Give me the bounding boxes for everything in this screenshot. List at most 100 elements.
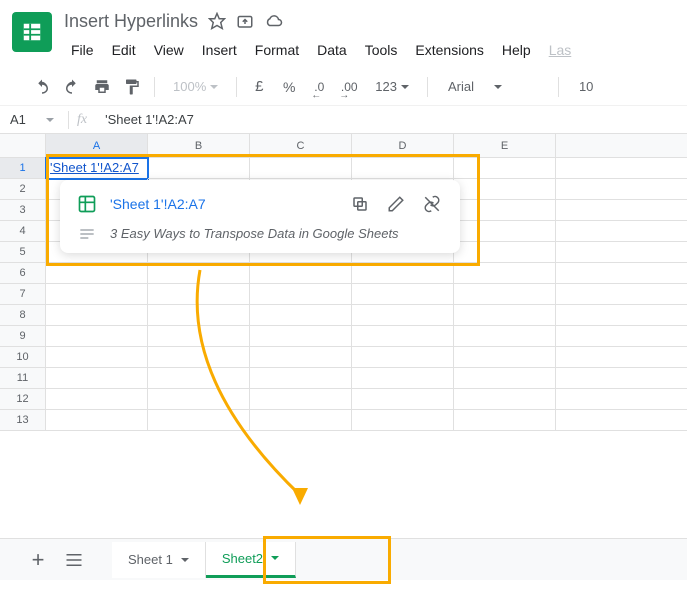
column-header[interactable]: E: [454, 134, 556, 158]
cell[interactable]: [352, 158, 454, 179]
number-format-select[interactable]: 123: [367, 79, 417, 94]
cell[interactable]: [454, 410, 556, 431]
cell[interactable]: [556, 347, 687, 368]
cell[interactable]: [454, 305, 556, 326]
cell[interactable]: [250, 263, 352, 284]
cell[interactable]: [352, 284, 454, 305]
cell[interactable]: [556, 410, 687, 431]
paint-format-icon[interactable]: [120, 75, 144, 99]
font-select[interactable]: Arial: [438, 79, 548, 94]
menu-last[interactable]: Las: [542, 38, 579, 62]
cell[interactable]: [454, 389, 556, 410]
menu-view[interactable]: View: [147, 38, 191, 62]
sheets-logo[interactable]: [12, 12, 52, 52]
cell[interactable]: [556, 284, 687, 305]
cell[interactable]: [352, 326, 454, 347]
cell[interactable]: [352, 410, 454, 431]
menu-file[interactable]: File: [64, 38, 101, 62]
row-header[interactable]: 13: [0, 410, 46, 431]
row-header[interactable]: 10: [0, 347, 46, 368]
cell[interactable]: [454, 158, 556, 179]
row-header[interactable]: 4: [0, 221, 46, 242]
menu-help[interactable]: Help: [495, 38, 538, 62]
row-header[interactable]: 11: [0, 368, 46, 389]
cell[interactable]: [454, 284, 556, 305]
row-header[interactable]: 9: [0, 326, 46, 347]
increase-decimal-button[interactable]: .00→: [337, 75, 361, 99]
cell[interactable]: [148, 326, 250, 347]
cell[interactable]: [556, 368, 687, 389]
print-icon[interactable]: [90, 75, 114, 99]
cell[interactable]: [454, 368, 556, 389]
cloud-icon[interactable]: [264, 12, 284, 30]
menu-insert[interactable]: Insert: [195, 38, 244, 62]
zoom-select[interactable]: 100%: [165, 79, 226, 94]
cell[interactable]: [250, 368, 352, 389]
formula-bar[interactable]: 'Sheet 1'!A2:A7: [105, 112, 194, 127]
cell[interactable]: [46, 347, 148, 368]
column-header[interactable]: C: [250, 134, 352, 158]
menu-edit[interactable]: Edit: [105, 38, 143, 62]
cell[interactable]: [556, 242, 687, 263]
all-sheets-button[interactable]: [56, 542, 92, 578]
cell[interactable]: [556, 200, 687, 221]
menu-extensions[interactable]: Extensions: [408, 38, 490, 62]
document-title[interactable]: Insert Hyperlinks: [64, 11, 198, 32]
currency-button[interactable]: £: [247, 75, 271, 99]
row-header[interactable]: 12: [0, 389, 46, 410]
cell[interactable]: [454, 179, 556, 200]
cell[interactable]: [148, 263, 250, 284]
add-sheet-button[interactable]: +: [20, 542, 56, 578]
row-header[interactable]: 7: [0, 284, 46, 305]
column-header[interactable]: D: [352, 134, 454, 158]
cell[interactable]: [148, 368, 250, 389]
cell[interactable]: [454, 263, 556, 284]
select-all-corner[interactable]: [0, 134, 46, 158]
cell[interactable]: [454, 242, 556, 263]
row-header[interactable]: 2: [0, 179, 46, 200]
cell[interactable]: [46, 389, 148, 410]
cell[interactable]: [148, 284, 250, 305]
cell[interactable]: [352, 368, 454, 389]
cell[interactable]: [250, 410, 352, 431]
cell[interactable]: [46, 263, 148, 284]
percent-button[interactable]: %: [277, 75, 301, 99]
font-size-input[interactable]: 10: [569, 79, 603, 94]
hyperlink-target[interactable]: 'Sheet 1'!A2:A7: [110, 196, 336, 212]
column-header[interactable]: A: [46, 134, 148, 158]
cell[interactable]: [352, 305, 454, 326]
cell[interactable]: [250, 158, 352, 179]
cell[interactable]: [556, 221, 687, 242]
remove-link-icon[interactable]: [420, 192, 444, 216]
cell[interactable]: [148, 410, 250, 431]
column-header[interactable]: B: [148, 134, 250, 158]
decrease-decimal-button[interactable]: .0←: [307, 75, 331, 99]
row-header[interactable]: 8: [0, 305, 46, 326]
copy-link-icon[interactable]: [348, 192, 372, 216]
cell[interactable]: [556, 389, 687, 410]
cell[interactable]: [556, 179, 687, 200]
cell[interactable]: [556, 305, 687, 326]
cell[interactable]: [46, 305, 148, 326]
row-header[interactable]: 1: [0, 158, 46, 179]
cell[interactable]: [250, 284, 352, 305]
cell[interactable]: [454, 221, 556, 242]
cell[interactable]: [46, 368, 148, 389]
cell[interactable]: [250, 305, 352, 326]
cell[interactable]: [454, 326, 556, 347]
cell[interactable]: [148, 158, 250, 179]
star-icon[interactable]: [208, 12, 226, 30]
cell[interactable]: [148, 305, 250, 326]
cell[interactable]: [250, 389, 352, 410]
cell[interactable]: [250, 347, 352, 368]
cell[interactable]: [148, 389, 250, 410]
cell[interactable]: [556, 263, 687, 284]
name-box[interactable]: A1: [0, 112, 60, 127]
cell[interactable]: 'Sheet 1'!A2:A7: [46, 158, 148, 179]
cell[interactable]: [46, 410, 148, 431]
edit-link-icon[interactable]: [384, 192, 408, 216]
row-header[interactable]: 5: [0, 242, 46, 263]
column-header[interactable]: [556, 134, 687, 158]
sheet-tab[interactable]: Sheet 1: [112, 542, 206, 578]
menu-format[interactable]: Format: [248, 38, 306, 62]
